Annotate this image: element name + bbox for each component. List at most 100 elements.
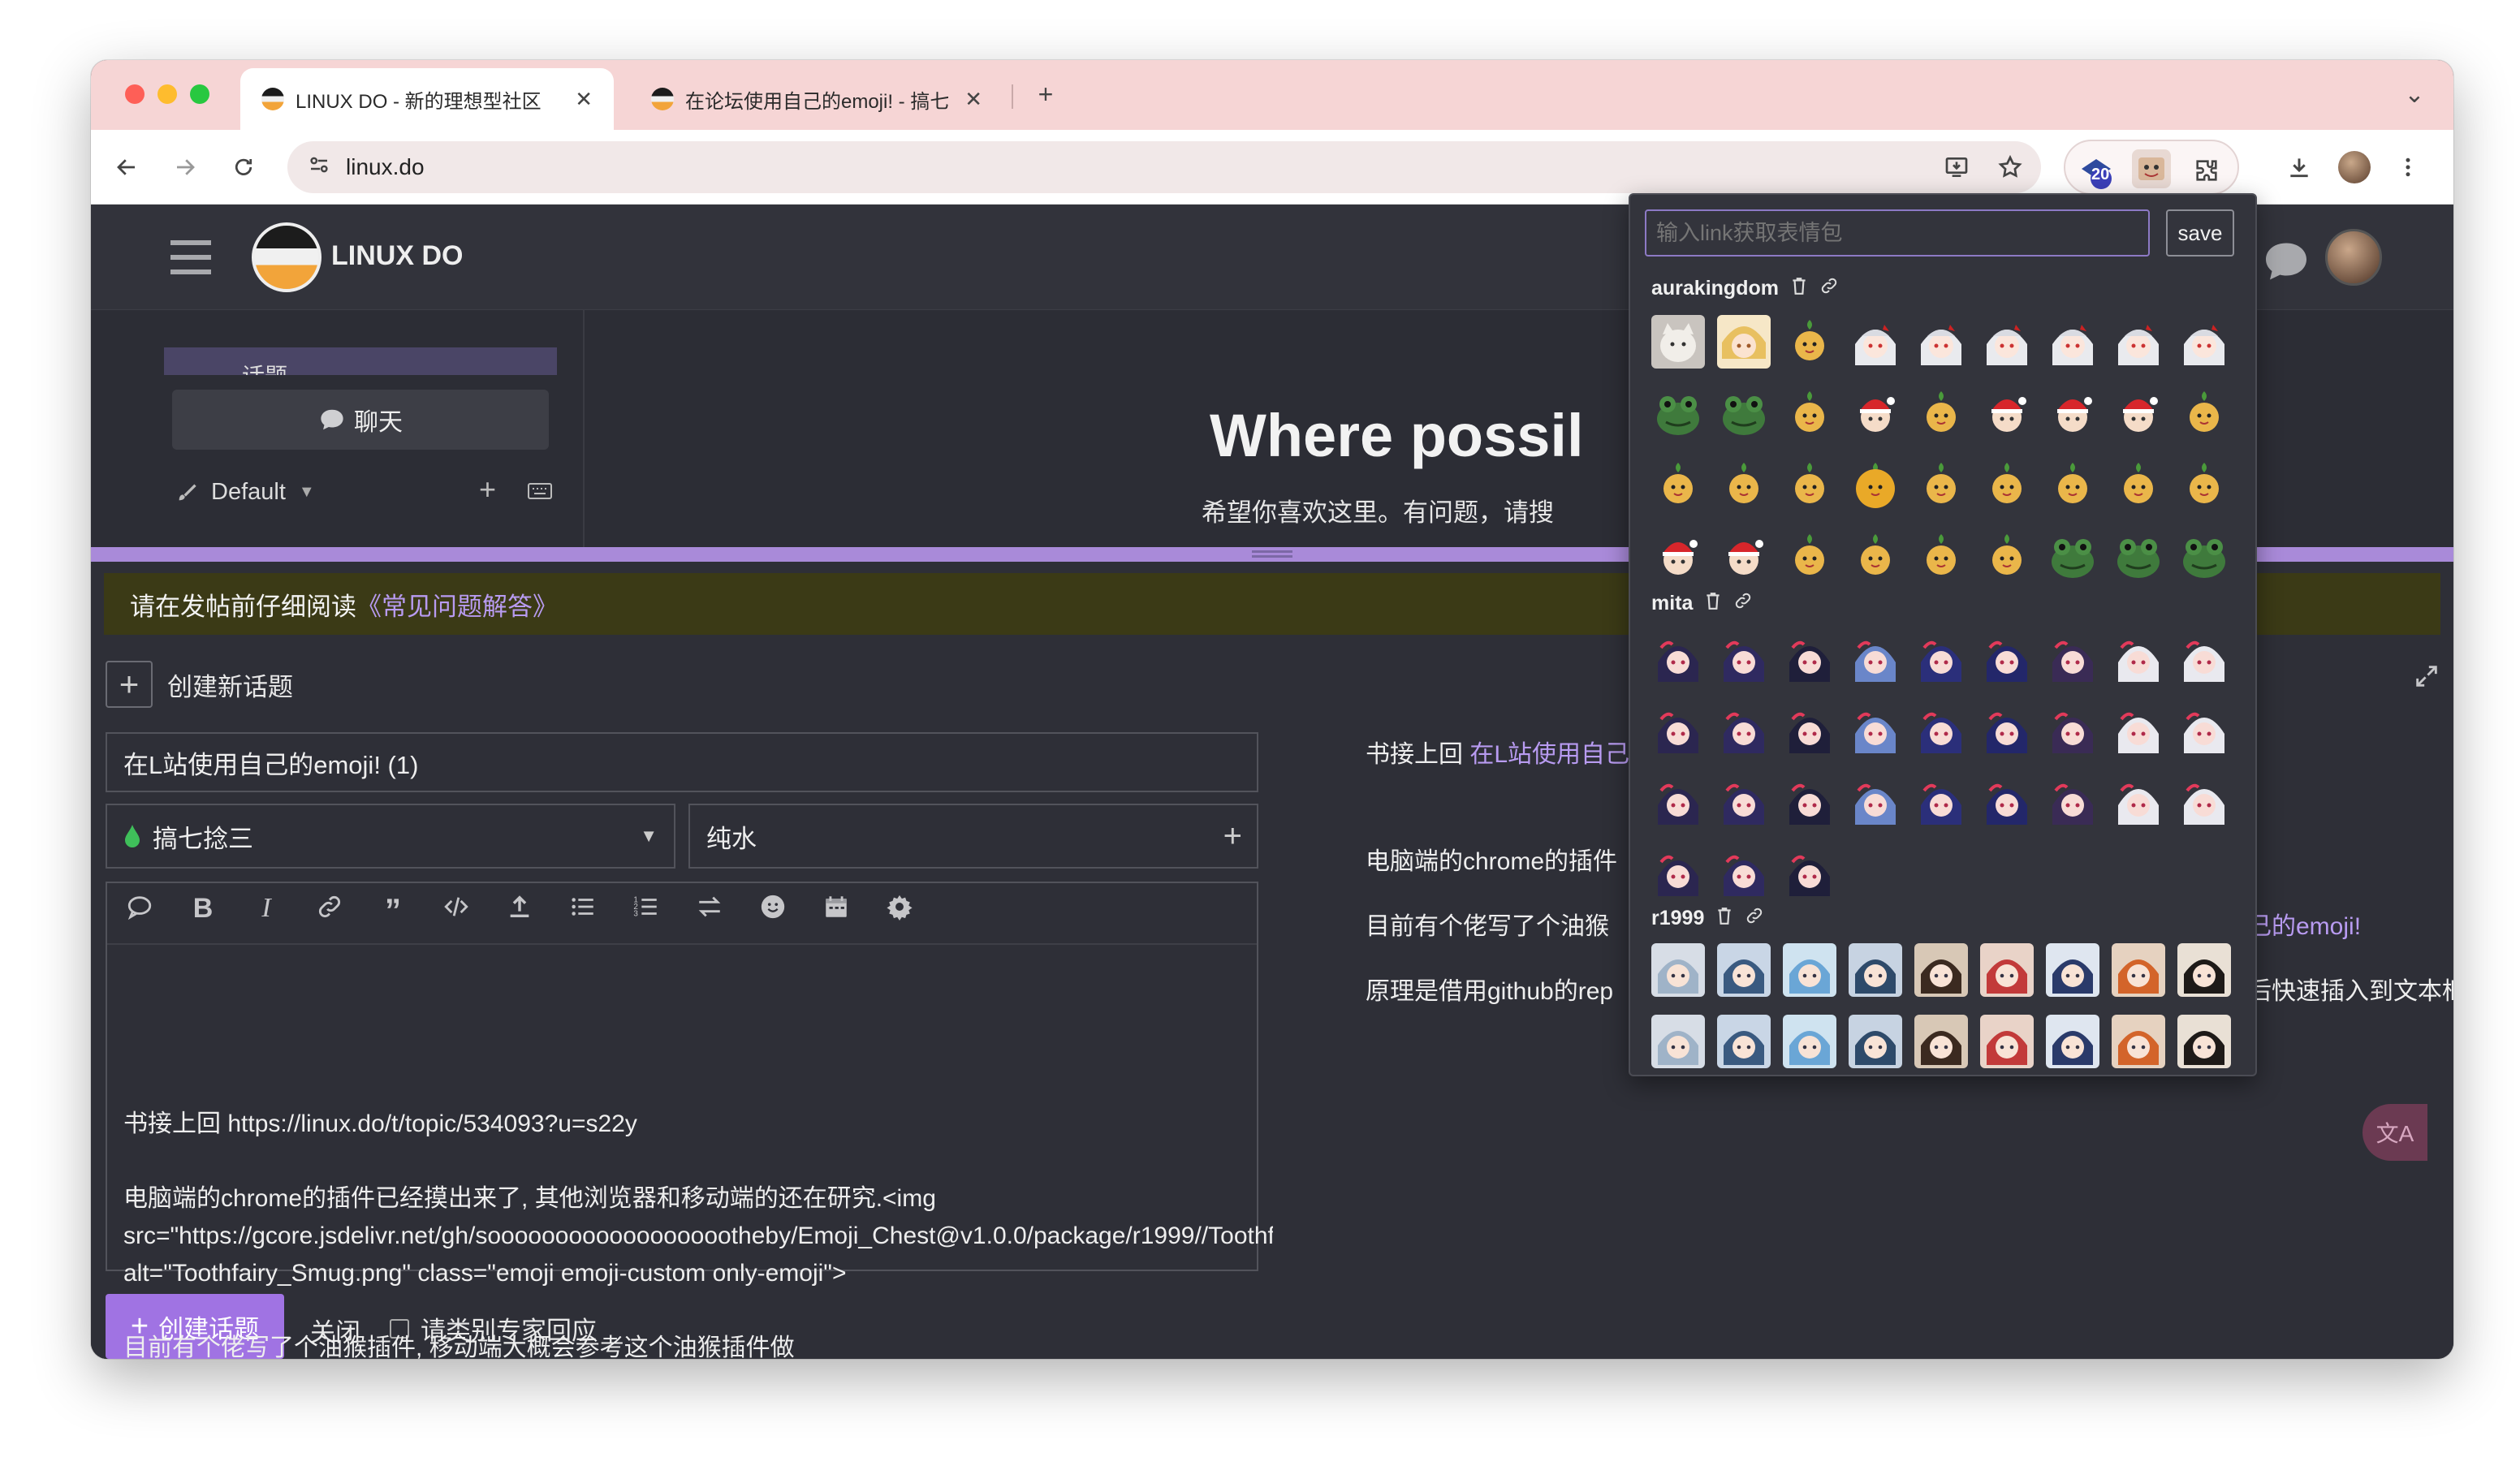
translate-icon[interactable]: 文A	[2362, 1104, 2427, 1161]
emoji-mita-20[interactable]	[1717, 773, 1771, 826]
emoji-mita-29[interactable]	[1717, 844, 1771, 898]
emoji-aurakingdom-16[interactable]	[2046, 386, 2099, 440]
emoji-r1999-9[interactable]	[2177, 943, 2231, 997]
emoji-mita-30[interactable]	[1783, 844, 1836, 898]
emoji-aurakingdom-10[interactable]	[1651, 386, 1705, 440]
emoji-mita-27[interactable]	[2177, 773, 2231, 826]
link-icon[interactable]	[1733, 591, 1753, 616]
emoji-aurakingdom-3[interactable]	[1783, 315, 1836, 369]
tab-close-icon[interactable]: ✕	[575, 87, 593, 112]
emoji-aurakingdom-1[interactable]	[1651, 315, 1705, 369]
emoji-r1999-15[interactable]	[1980, 1015, 2034, 1068]
emoji-r1999-8[interactable]	[2112, 943, 2165, 997]
bookmark-star-icon[interactable]	[1991, 148, 2030, 187]
emoji-aurakingdom-7[interactable]	[2046, 315, 2099, 369]
emoji-aurakingdom-19[interactable]	[1651, 458, 1705, 511]
theme-selector[interactable]: Default ▼	[175, 479, 315, 506]
minimize-window-button[interactable]	[158, 84, 177, 104]
emoji-aurakingdom-34[interactable]	[2046, 529, 2099, 583]
emoji-icon[interactable]	[755, 893, 791, 928]
emoji-mita-28[interactable]	[1651, 844, 1705, 898]
chat-icon[interactable]	[2262, 239, 2311, 288]
emoji-r1999-5[interactable]	[1914, 943, 1968, 997]
emoji-aurakingdom-36[interactable]	[2177, 529, 2231, 583]
site-name[interactable]: LINUX DO	[331, 240, 463, 272]
site-settings-icon[interactable]	[307, 153, 331, 183]
new-tab-button[interactable]: +	[1026, 75, 1065, 114]
back-icon[interactable]	[107, 148, 146, 187]
emoji-mita-21[interactable]	[1783, 773, 1836, 826]
tab-emoji-topic[interactable]: 在论坛使用自己的emoji! - 搞七 ✕	[630, 68, 1003, 130]
gear-icon[interactable]	[882, 893, 917, 928]
emoji-mita-10[interactable]	[1651, 701, 1705, 755]
emoji-aurakingdom-17[interactable]	[2112, 386, 2165, 440]
emoji-mita-5[interactable]	[1914, 630, 1968, 683]
emoji-r1999-2[interactable]	[1717, 943, 1771, 997]
emoji-r1999-18[interactable]	[2177, 1015, 2231, 1068]
emoji-mita-9[interactable]	[2177, 630, 2231, 683]
link-icon[interactable]	[312, 893, 347, 928]
emoji-mita-25[interactable]	[2046, 773, 2099, 826]
toggle-direction-icon[interactable]	[692, 893, 727, 928]
emoji-mita-17[interactable]	[2112, 701, 2165, 755]
puzzle-icon[interactable]	[2187, 151, 2226, 190]
emoji-aurakingdom-24[interactable]	[1980, 458, 2034, 511]
sidebar-item-topics[interactable]: 话题	[164, 347, 557, 375]
emoji-r1999-17[interactable]	[2112, 1015, 2165, 1068]
tab-linuxdo[interactable]: LINUX DO - 新的理想型社区 ✕	[240, 68, 614, 130]
emoji-mita-24[interactable]	[1980, 773, 2034, 826]
emoji-aurakingdom-30[interactable]	[1783, 529, 1836, 583]
emoji-aurakingdom-6[interactable]	[1980, 315, 2034, 369]
trash-icon[interactable]	[1790, 276, 1808, 301]
emoji-mita-3[interactable]	[1783, 630, 1836, 683]
emoji-aurakingdom-20[interactable]	[1717, 458, 1771, 511]
hamburger-icon[interactable]	[169, 237, 214, 278]
trash-icon[interactable]	[1715, 906, 1733, 931]
emoji-aurakingdom-25[interactable]	[2046, 458, 2099, 511]
emoji-aurakingdom-4[interactable]	[1849, 315, 1902, 369]
emoji-aurakingdom-12[interactable]	[1783, 386, 1836, 440]
emoji-mita-13[interactable]	[1849, 701, 1902, 755]
emoji-mita-23[interactable]	[1914, 773, 1968, 826]
emoji-r1999-11[interactable]	[1717, 1015, 1771, 1068]
emoji-link-input[interactable]	[1645, 209, 2150, 257]
emoji-aurakingdom-26[interactable]	[2112, 458, 2165, 511]
trash-icon[interactable]	[1704, 591, 1722, 616]
emoji-mita-4[interactable]	[1849, 630, 1902, 683]
emoji-aurakingdom-22[interactable]	[1849, 458, 1902, 511]
emoji-r1999-10[interactable]	[1651, 1015, 1705, 1068]
emoji-aurakingdom-29[interactable]	[1717, 529, 1771, 583]
faq-link[interactable]: 《常见问题解答》	[356, 586, 558, 623]
emoji-r1999-1[interactable]	[1651, 943, 1705, 997]
menu-kebab-icon[interactable]	[2388, 148, 2427, 187]
link-icon[interactable]	[1819, 276, 1839, 301]
emoji-aurakingdom-33[interactable]	[1980, 529, 2034, 583]
emoji-r1999-7[interactable]	[2046, 943, 2099, 997]
emoji-aurakingdom-35[interactable]	[2112, 529, 2165, 583]
category-select[interactable]: 搞七捻三 ▼	[106, 804, 675, 869]
profile-avatar[interactable]	[2335, 148, 2374, 187]
calendar-icon[interactable]	[818, 893, 854, 928]
emoji-mita-15[interactable]	[1980, 701, 2034, 755]
emoji-mita-26[interactable]	[2112, 773, 2165, 826]
emoji-aurakingdom-23[interactable]	[1914, 458, 1968, 511]
emoji-aurakingdom-27[interactable]	[2177, 458, 2231, 511]
link-icon[interactable]	[1745, 906, 1764, 931]
tag-select[interactable]: 纯水 +	[688, 804, 1258, 869]
bullet-list-icon[interactable]	[565, 893, 601, 928]
site-logo[interactable]	[252, 222, 321, 292]
emoji-r1999-6[interactable]	[1980, 943, 2034, 997]
preview-link[interactable]: 在L站使用自己	[1469, 741, 1629, 768]
close-window-button[interactable]	[125, 84, 145, 104]
address-bar[interactable]: linux.do	[287, 141, 2041, 193]
emoji-aurakingdom-15[interactable]	[1980, 386, 2034, 440]
maximize-window-button[interactable]	[190, 84, 209, 104]
blockquote-icon[interactable]: ”	[375, 893, 411, 929]
preview-link[interactable]: 己的emoji!	[2247, 906, 2361, 942]
emoji-r1999-4[interactable]	[1849, 943, 1902, 997]
emoji-r1999-14[interactable]	[1914, 1015, 1968, 1068]
new-topic-action[interactable]: + 创建新话题	[106, 661, 293, 708]
emoji-mita-7[interactable]	[2046, 630, 2099, 683]
quote-bubble-icon[interactable]	[122, 893, 158, 928]
emoji-aurakingdom-8[interactable]	[2112, 315, 2165, 369]
